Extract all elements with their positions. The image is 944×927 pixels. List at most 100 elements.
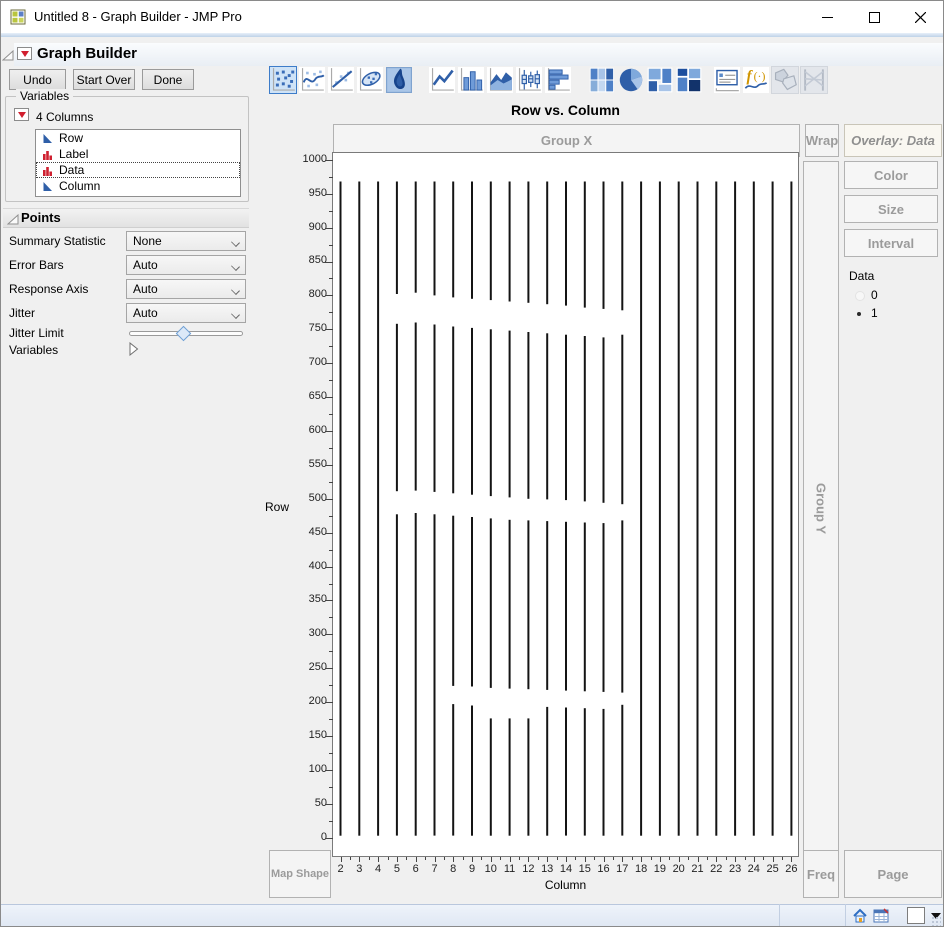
point-run-column-12[interactable] xyxy=(527,332,529,499)
mosaic-element-icon[interactable] xyxy=(675,66,703,94)
red-triangle-menu-button[interactable] xyxy=(17,47,32,60)
point-run-column-11[interactable] xyxy=(509,331,511,498)
slider-thumb[interactable] xyxy=(176,326,192,342)
point-run-column-16[interactable] xyxy=(603,523,605,692)
drop-zone-group-y[interactable]: Group Y xyxy=(803,161,839,856)
point-run-column-13[interactable] xyxy=(546,333,548,499)
drop-zone-overlay[interactable]: Overlay: Data xyxy=(844,124,942,157)
pie-element-icon[interactable] xyxy=(617,66,645,94)
point-run-column-12[interactable] xyxy=(527,520,529,689)
point-run-column-13[interactable] xyxy=(546,521,548,690)
color-swatch[interactable] xyxy=(907,907,925,924)
columns-red-triangle-button[interactable] xyxy=(14,108,29,121)
point-run-column-14[interactable] xyxy=(565,522,567,691)
response-axis-dropdown[interactable]: Auto xyxy=(126,279,246,299)
point-run-column-14[interactable] xyxy=(565,708,567,836)
formula-element-icon[interactable]: f(·) xyxy=(742,66,770,94)
point-run-column-15[interactable] xyxy=(584,336,586,501)
point-run-column-18[interactable] xyxy=(640,182,642,836)
point-run-column-14[interactable] xyxy=(565,182,567,306)
point-run-column-7[interactable] xyxy=(434,182,436,296)
heatmap-element-icon[interactable] xyxy=(588,66,616,94)
bar-element-icon[interactable] xyxy=(457,66,485,94)
smoother-element-icon[interactable] xyxy=(298,66,326,94)
point-run-column-8[interactable] xyxy=(452,704,454,836)
point-run-column-16[interactable] xyxy=(603,182,605,309)
point-run-column-7[interactable] xyxy=(434,325,436,492)
resize-grip[interactable] xyxy=(931,916,941,926)
point-run-column-8[interactable] xyxy=(452,182,454,298)
point-run-column-6[interactable] xyxy=(415,513,417,836)
histogram-element-icon[interactable] xyxy=(544,66,572,94)
point-run-column-17[interactable] xyxy=(621,182,623,311)
drop-zone-wrap[interactable]: Wrap xyxy=(805,124,839,157)
point-run-column-26[interactable] xyxy=(790,182,792,836)
drop-zone-interval[interactable]: Interval xyxy=(844,229,938,257)
point-run-column-11[interactable] xyxy=(509,520,511,689)
points-panel-header[interactable]: Points xyxy=(3,208,249,228)
point-run-column-24[interactable] xyxy=(753,182,755,836)
drop-zone-color[interactable]: Color xyxy=(844,161,938,189)
drop-zone-map-shape[interactable]: Map Shape xyxy=(269,850,331,898)
minimize-button[interactable] xyxy=(804,1,850,33)
treemap-element-icon[interactable] xyxy=(646,66,674,94)
plot-area[interactable] xyxy=(332,152,799,857)
box-plot-element-icon[interactable] xyxy=(515,66,543,94)
point-run-column-10[interactable] xyxy=(490,182,492,301)
point-run-column-5[interactable] xyxy=(396,324,398,491)
point-run-column-8[interactable] xyxy=(452,327,454,494)
map-shapes-element-icon[interactable] xyxy=(771,66,799,94)
line-element-icon[interactable] xyxy=(428,66,456,94)
undo-button[interactable]: Undo xyxy=(9,69,66,90)
maximize-button[interactable] xyxy=(851,1,897,33)
point-run-column-10[interactable] xyxy=(490,518,492,688)
point-run-column-6[interactable] xyxy=(415,182,417,293)
drop-zone-freq[interactable]: Freq xyxy=(803,850,839,898)
point-run-column-20[interactable] xyxy=(678,182,680,836)
point-run-column-2[interactable] xyxy=(340,182,342,836)
point-run-column-15[interactable] xyxy=(584,708,586,835)
point-run-column-17[interactable] xyxy=(621,520,623,692)
point-run-column-13[interactable] xyxy=(546,182,548,305)
points-element-icon[interactable] xyxy=(269,66,297,94)
expand-triangle-icon[interactable] xyxy=(128,342,139,361)
point-run-column-9[interactable] xyxy=(471,517,473,687)
point-run-column-15[interactable] xyxy=(584,182,586,308)
caption-box-element-icon[interactable] xyxy=(713,66,741,94)
point-run-column-8[interactable] xyxy=(452,516,454,686)
point-run-column-9[interactable] xyxy=(471,328,473,495)
point-run-column-12[interactable] xyxy=(527,182,529,303)
done-button[interactable]: Done xyxy=(142,69,194,90)
point-run-column-16[interactable] xyxy=(603,709,605,836)
variable-item-row[interactable]: Row xyxy=(36,130,240,146)
drop-zone-page[interactable]: Page xyxy=(844,850,942,898)
drop-zone-size[interactable]: Size xyxy=(844,195,938,223)
point-run-column-11[interactable] xyxy=(509,182,511,302)
outline-collapse-icon[interactable] xyxy=(2,48,14,66)
point-run-column-5[interactable] xyxy=(396,182,398,295)
point-run-column-19[interactable] xyxy=(659,182,661,836)
home-icon[interactable] xyxy=(852,908,868,924)
point-run-column-15[interactable] xyxy=(584,523,586,692)
variable-item-column[interactable]: Column xyxy=(36,178,240,194)
close-button[interactable] xyxy=(897,1,943,33)
point-run-column-4[interactable] xyxy=(377,182,379,836)
point-run-column-5[interactable] xyxy=(396,514,398,835)
ellipse-element-icon[interactable] xyxy=(356,66,384,94)
point-run-column-21[interactable] xyxy=(697,182,699,836)
jitter-dropdown[interactable]: Auto xyxy=(126,303,246,323)
variable-item-label[interactable]: Label xyxy=(36,146,240,162)
line-of-fit-element-icon[interactable] xyxy=(327,66,355,94)
error-bars-dropdown[interactable]: Auto xyxy=(126,255,246,275)
collapse-triangle-icon[interactable] xyxy=(7,213,19,231)
point-run-column-9[interactable] xyxy=(471,182,473,299)
data-table-icon[interactable] xyxy=(873,908,889,924)
point-run-column-17[interactable] xyxy=(621,705,623,836)
point-run-column-6[interactable] xyxy=(415,323,417,491)
point-run-column-17[interactable] xyxy=(621,335,623,505)
point-run-column-16[interactable] xyxy=(603,337,605,502)
point-run-column-23[interactable] xyxy=(734,182,736,836)
point-run-column-7[interactable] xyxy=(434,514,436,835)
jitter-limit-slider[interactable] xyxy=(129,327,243,339)
point-run-column-9[interactable] xyxy=(471,706,473,836)
